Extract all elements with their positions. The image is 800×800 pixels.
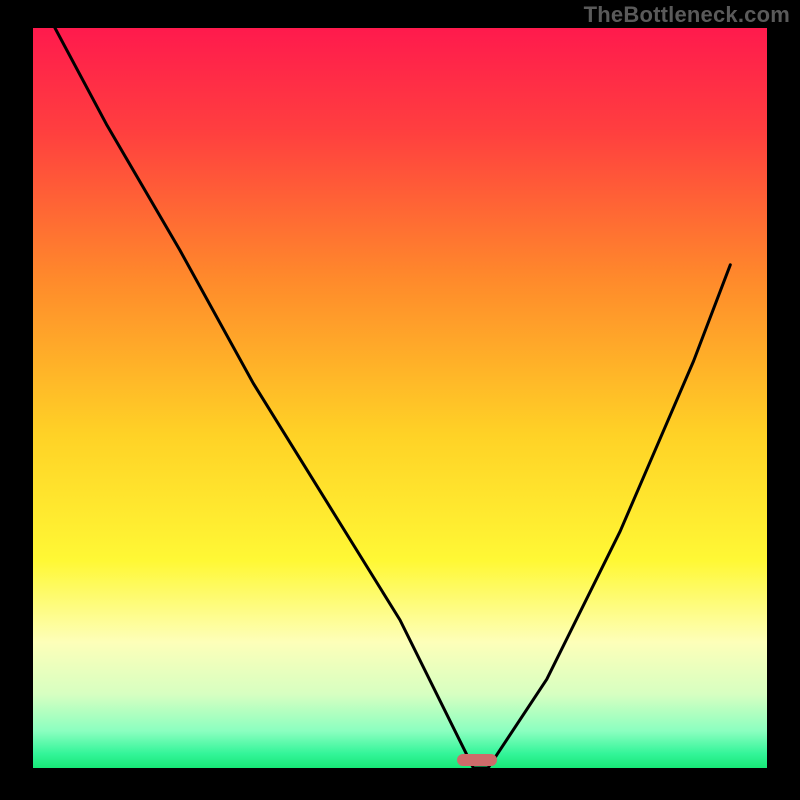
chart-frame: TheBottleneck.com — [0, 0, 800, 800]
watermark-text: TheBottleneck.com — [584, 2, 790, 28]
bottleneck-curve — [33, 28, 767, 768]
optimum-marker — [457, 754, 497, 766]
plot-area — [33, 28, 767, 768]
